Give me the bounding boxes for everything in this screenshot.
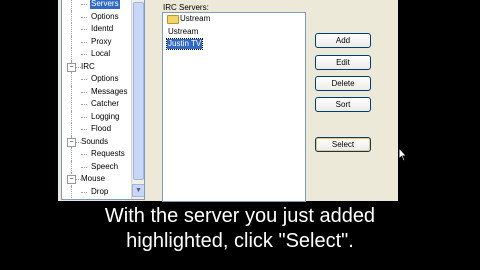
tree-connector: [81, 116, 87, 118]
tree-connector: [71, 110, 72, 123]
tree-item-local[interactable]: Local: [62, 48, 132, 61]
tree-item-catcher[interactable]: Catcher: [62, 98, 132, 111]
tree-item-speech[interactable]: Speech: [62, 160, 132, 173]
server-label: Ustream: [168, 26, 199, 36]
tree-item-label: Servers: [90, 0, 120, 9]
tree-item-sounds[interactable]: − Sounds: [62, 135, 132, 148]
add-button[interactable]: Add: [315, 33, 371, 48]
tree-connector: [81, 191, 87, 193]
tree-item-irc[interactable]: − IRC: [62, 60, 132, 73]
tree-connector: [71, 73, 72, 86]
server-folder[interactable]: Ustream: [163, 13, 305, 26]
collapse-icon[interactable]: −: [67, 137, 76, 147]
scroll-thumb[interactable]: [133, 2, 144, 180]
tutorial-caption: With the server you just added highlight…: [0, 204, 480, 254]
tree-item-label: Requests: [91, 149, 125, 158]
tree-item-messages[interactable]: Messages: [62, 85, 132, 98]
tree-item-label: Logging: [91, 111, 120, 121]
tree-items: Servers Options Identd Proxy Local − IRC Option…: [62, 0, 132, 198]
tree-connector: [81, 41, 87, 43]
tree-connector: [81, 4, 87, 5]
tree-connector: [81, 166, 87, 168]
tree-connector: [71, 23, 72, 36]
tree-item-flood[interactable]: Flood: [62, 123, 132, 136]
tree-item-label: Local: [91, 49, 111, 58]
tree-item-options[interactable]: Options: [62, 73, 132, 86]
folder-icon: [167, 15, 179, 24]
tree-connector: [81, 29, 87, 30]
tree-item-label: Messages: [91, 86, 128, 96]
tree-connector: [81, 91, 87, 93]
tree-connector: [71, 98, 72, 111]
tree-item-identd[interactable]: Identd: [62, 23, 132, 36]
tree-connector: [71, 85, 72, 98]
tree-connector: [81, 79, 87, 80]
tree-item-label: IRC: [81, 61, 95, 71]
sort-button[interactable]: Sort: [315, 97, 371, 112]
tree-connector: [81, 16, 87, 18]
tree-item-proxy[interactable]: Proxy: [62, 35, 132, 48]
server-list[interactable]: Ustream Ustream Justin TV: [162, 12, 306, 202]
mouse-cursor-icon: [398, 147, 408, 162]
tree-item-label: Proxy: [91, 36, 112, 46]
tree-connector: [81, 104, 87, 105]
tree-item-label: Options: [91, 74, 119, 83]
tree-scrollbar[interactable]: ▼: [131, 0, 144, 199]
tree-item-logging[interactable]: Logging: [62, 110, 132, 123]
server-label: Ustream: [180, 14, 211, 23]
category-tree[interactable]: Servers Options Identd Proxy Local − IRC Option…: [61, 0, 145, 200]
tree-item-label: Mouse: [81, 174, 106, 183]
tree-connector: [81, 54, 87, 55]
tree-item-drop[interactable]: Drop: [62, 185, 132, 198]
tree-item-label: Identd: [91, 24, 114, 33]
options-dialog: Servers Options Identd Proxy Local − IRC Option…: [58, 0, 408, 202]
tree-item-label: Catcher: [91, 99, 120, 108]
collapse-icon[interactable]: −: [67, 62, 76, 72]
caption-line-1: With the server you just added: [104, 205, 376, 227]
tree-item-requests[interactable]: Requests: [62, 148, 132, 161]
tree-connector: [71, 148, 72, 161]
tree-connector: [71, 160, 72, 173]
tree-connector: [71, 0, 72, 11]
tree-connector: [81, 154, 87, 155]
tree-connector: [71, 35, 72, 48]
edit-button[interactable]: Edit: [315, 55, 371, 70]
tree-connector: [71, 185, 72, 198]
tree-connector: [71, 48, 72, 61]
select-button[interactable]: Select: [315, 137, 371, 152]
tree-item-mouse[interactable]: − Mouse: [62, 173, 132, 186]
tree-item-label: Sounds: [81, 136, 109, 146]
tree-connector: [81, 129, 87, 130]
server-item[interactable]: Ustream: [163, 26, 305, 39]
tree-item-options[interactable]: Options: [62, 10, 132, 23]
server-label: Justin TV: [165, 38, 204, 50]
tree-connector: [71, 123, 72, 136]
irc-servers-label: IRC Servers:: [163, 3, 209, 12]
tree-item-label: Options: [91, 11, 119, 21]
caption-line-2: highlighted, click "Select".: [126, 230, 354, 252]
tree-item-servers[interactable]: Servers: [62, 0, 132, 11]
collapse-icon[interactable]: −: [67, 175, 76, 184]
server-item[interactable]: Justin TV: [163, 38, 305, 51]
tree-item-label: Drop: [91, 186, 109, 196]
tree-item-label: Speech: [91, 161, 119, 171]
tree-connector: [71, 10, 72, 23]
delete-button[interactable]: Delete: [315, 76, 371, 91]
scroll-down-arrow-icon[interactable]: ▼: [132, 184, 144, 197]
tree-item-label: Flood: [91, 124, 112, 133]
